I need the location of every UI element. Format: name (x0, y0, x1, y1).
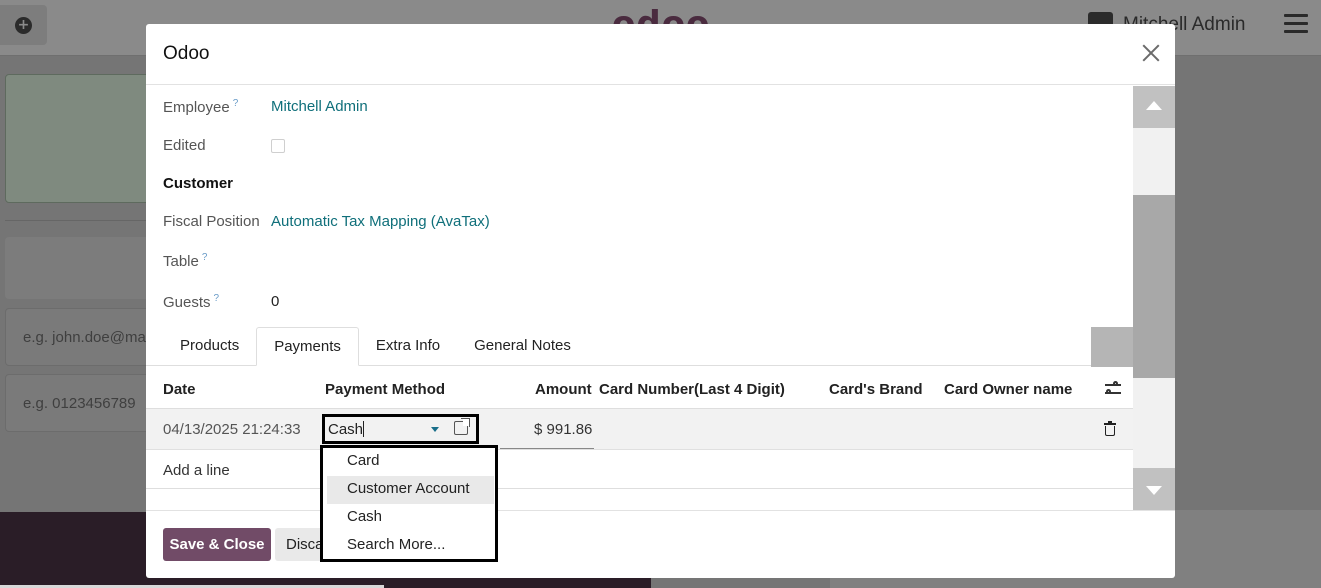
background-email-field: e.g. john.doe@mail (5, 308, 151, 366)
external-link-arrow (461, 418, 470, 427)
plus-icon: + (15, 16, 32, 34)
dialog-body: Employee? Mitchell Admin Edited Customer… (146, 86, 1133, 510)
row-amount[interactable]: $ 991.86 (534, 421, 592, 438)
trash-icon[interactable] (1104, 421, 1116, 436)
guests-value[interactable]: 0 (271, 293, 279, 311)
option-search-more[interactable]: Search More... (327, 532, 494, 560)
column-date[interactable]: Date (163, 381, 196, 398)
option-customer-account[interactable]: Customer Account (327, 476, 494, 504)
scrollbar-thumb[interactable] (1133, 195, 1175, 378)
option-cash[interactable]: Cash (327, 504, 494, 532)
tab-payments[interactable]: Payments (256, 327, 359, 366)
help-icon[interactable]: ? (202, 252, 208, 263)
dialog-scrollbar[interactable] (1133, 86, 1175, 510)
help-icon[interactable]: ? (214, 293, 220, 304)
tab-extra-info[interactable]: Extra Info (359, 327, 457, 366)
guests-label: Guests? (163, 293, 220, 311)
background-phone-field: e.g. 0123456789 (5, 374, 151, 432)
tab-products[interactable]: Products (163, 327, 256, 366)
text-cursor (363, 421, 365, 437)
column-amount[interactable]: Amount (535, 381, 592, 398)
payment-method-input[interactable]: Cash (328, 421, 365, 438)
fiscal-position-label: Fiscal Position (163, 213, 260, 230)
fiscal-position-value[interactable]: Automatic Tax Mapping (AvaTax) (271, 213, 490, 230)
guests-field: Guests? 0 (163, 293, 279, 311)
tab-general-notes[interactable]: General Notes (457, 327, 588, 366)
background-card (5, 74, 153, 203)
table-label: Table? (163, 252, 208, 270)
chevron-down-icon[interactable] (431, 427, 439, 432)
dialog-title: Odoo (163, 43, 210, 64)
background-panel (5, 237, 151, 299)
tabs-overflow-block (1091, 327, 1133, 367)
edited-label: Edited (163, 137, 206, 154)
save-close-button[interactable]: Save & Close (163, 528, 271, 561)
payments-table-header: Date Payment Method Amount Card Number(L… (146, 369, 1133, 409)
help-icon[interactable]: ? (233, 98, 239, 109)
column-settings-icon[interactable] (1104, 380, 1122, 398)
new-order-button: + (0, 5, 47, 45)
column-card-number[interactable]: Card Number(Last 4 Digit) (599, 381, 785, 398)
table-field: Table? (163, 252, 271, 270)
footer-divider (146, 510, 1175, 511)
employee-field: Employee? Mitchell Admin (163, 98, 368, 116)
dialog-header: Odoo (146, 24, 1175, 85)
employee-label: Employee? (163, 98, 239, 116)
fiscal-position-field: Fiscal Position Automatic Tax Mapping (A… (163, 213, 490, 230)
column-card-owner[interactable]: Card Owner name (944, 381, 1072, 398)
close-icon[interactable] (1140, 42, 1162, 64)
payment-method-select[interactable]: Cash (322, 414, 479, 444)
hamburger-menu-icon (1284, 14, 1308, 38)
add-line-link[interactable]: Add a line (163, 462, 230, 479)
payment-method-dropdown: Card Customer Account Cash Search More..… (320, 445, 498, 562)
column-card-brand[interactable]: Card's Brand (829, 381, 923, 398)
row-date: 04/13/2025 21:24:33 (163, 421, 301, 438)
notebook-tabs: Products Payments Extra Info General Not… (163, 327, 588, 366)
customer-section-title: Customer (163, 175, 234, 192)
column-payment-method[interactable]: Payment Method (325, 381, 445, 398)
table-row[interactable]: 04/13/2025 21:24:33 Cash $ 991.86 (146, 409, 1133, 450)
scroll-down-icon[interactable] (1133, 468, 1175, 510)
edited-checkbox[interactable] (271, 139, 285, 153)
employee-value[interactable]: Mitchell Admin (271, 98, 368, 116)
scroll-up-icon[interactable] (1133, 86, 1175, 128)
amount-underline (500, 448, 594, 449)
order-dialog: Odoo Employee? Mitchell Admin Edited Cus… (146, 24, 1175, 578)
option-card[interactable]: Card (327, 448, 494, 476)
background-divider (5, 220, 151, 221)
edited-field: Edited (163, 137, 285, 154)
add-line-row: Add a line (146, 450, 1133, 489)
